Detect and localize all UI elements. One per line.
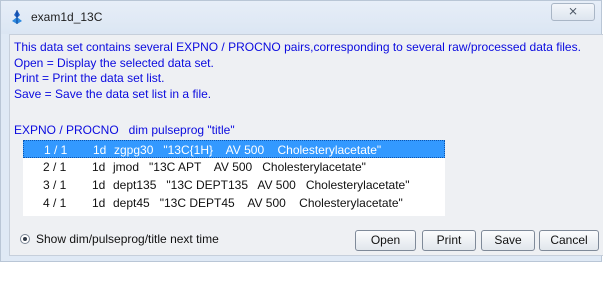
list-row[interactable]: 4 / 1 1d dept45 "13C DEPT45 AV 500 Chole… <box>23 194 445 212</box>
list-header: EXPNO / PROCNO dim pulseprog "title" <box>14 123 235 137</box>
row-pulseprog-title: zgpg30 "13C{1H} AV 500 Cholesterylacetat… <box>114 143 382 157</box>
row-dim: 1d <box>92 178 106 192</box>
info-text: This data set contains several EXPNO / P… <box>14 40 581 102</box>
cancel-button[interactable]: Cancel <box>539 230 599 251</box>
title-bar[interactable]: exam1d_13C ⨯ <box>1 1 601 34</box>
row-pulseprog-title: dept45 "13C DEPT45 AV 500 Cholesterylace… <box>113 196 403 210</box>
print-button[interactable]: Print <box>422 230 476 251</box>
row-expno: 4 / 1 <box>43 196 67 210</box>
list-row[interactable]: 3 / 1 1d dept135 "13C DEPT135 AV 500 Cho… <box>23 176 445 194</box>
close-icon: ⨯ <box>567 4 579 18</box>
dataset-list[interactable]: 1 / 1 1d zgpg30 "13C{1H} AV 500 Choleste… <box>23 140 445 216</box>
info-line-save: Save = Save the data set list in a file. <box>14 86 212 101</box>
info-line-print: Print = Print the data set list. <box>14 71 165 85</box>
row-pulseprog-title: dept135 "13C DEPT135 AV 500 Cholesteryla… <box>113 178 410 192</box>
list-row[interactable]: 2 / 1 1d jmod "13C APT AV 500 Cholestery… <box>23 158 445 176</box>
row-expno: 2 / 1 <box>43 160 67 174</box>
row-pulseprog-title: jmod "13C APT AV 500 Cholesterylacetate" <box>113 160 366 174</box>
row-dim: 1d <box>92 160 106 174</box>
save-button[interactable]: Save <box>481 230 535 251</box>
window-title: exam1d_13C <box>31 10 103 24</box>
dialog-window: exam1d_13C ⨯ This data set contains seve… <box>0 0 603 262</box>
row-dim: 1d <box>93 143 107 157</box>
dialog-content: This data set contains several EXPNO / P… <box>9 34 603 256</box>
row-expno: 3 / 1 <box>43 178 67 192</box>
topspin-app-icon <box>12 10 22 24</box>
button-bar: Show dim/pulseprog/title next time Open … <box>10 226 603 256</box>
open-button[interactable]: Open <box>355 230 416 251</box>
show-details-label[interactable]: Show dim/pulseprog/title next time <box>36 232 219 246</box>
info-line-description: This data set contains several EXPNO / P… <box>14 40 581 54</box>
show-details-radio[interactable] <box>20 234 30 244</box>
close-button[interactable]: ⨯ <box>551 3 595 21</box>
row-dim: 1d <box>92 196 106 210</box>
list-row[interactable]: 1 / 1 1d zgpg30 "13C{1H} AV 500 Choleste… <box>23 140 445 158</box>
info-line-open: Open = Display the selected data set. <box>14 55 214 70</box>
row-expno: 1 / 1 <box>44 143 68 157</box>
